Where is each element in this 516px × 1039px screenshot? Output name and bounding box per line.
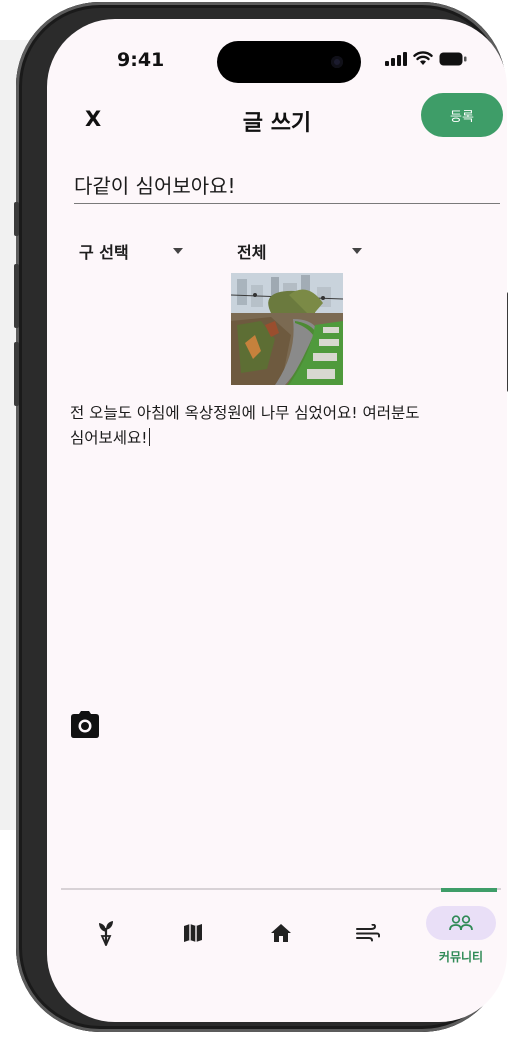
app-screen: 9:41 X 글 쓰기 등록 다같이 심어보아요! 구 선택 전체 전 오늘도 … (47, 19, 507, 1022)
camera-icon (71, 711, 99, 738)
nav-item-map[interactable] (158, 890, 228, 990)
nav-label-community: 커뮤니티 (438, 950, 484, 964)
active-tab-pill (426, 906, 496, 940)
active-tab-indicator (441, 888, 497, 892)
status-bar: 9:41 (47, 19, 507, 83)
district-dropdown[interactable]: 구 선택 (79, 239, 183, 263)
bottom-navigation: 커뮤니티 (61, 888, 501, 990)
wifi-icon (413, 51, 433, 65)
rooftop-garden-image (231, 273, 343, 385)
phone-frame: 9:41 X 글 쓰기 등록 다같이 심어보아요! 구 선택 전체 전 오늘도 … (14, 2, 508, 1032)
category-dropdown-label: 전체 (237, 243, 267, 262)
signal-icon (385, 51, 407, 66)
front-camera (331, 56, 343, 68)
submit-button[interactable]: 등록 (421, 93, 503, 137)
volume-up-button (14, 264, 19, 328)
dropdown-arrow-icon (172, 248, 183, 254)
category-dropdown[interactable]: 전체 (237, 239, 363, 263)
battery-icon (439, 52, 467, 65)
district-dropdown-label: 구 선택 (79, 243, 129, 262)
nav-item-air[interactable] (333, 890, 403, 990)
dropdown-arrow-icon (352, 248, 363, 254)
post-body-text: 전 오늘도 아침에 옥상정원에 나무 심었어요! 여러분도 심어보세요! (70, 404, 420, 447)
nav-item-home[interactable] (246, 890, 316, 990)
status-time: 9:41 (117, 49, 165, 71)
dynamic-island (217, 41, 361, 83)
home-icon (271, 924, 291, 942)
volume-down-button (14, 342, 19, 406)
sprout-icon (99, 921, 113, 946)
silent-switch (14, 202, 19, 236)
text-cursor (148, 428, 151, 446)
post-title-input[interactable]: 다같이 심어보아요! (74, 169, 500, 204)
post-body-textarea[interactable]: 전 오늘도 아침에 옥상정원에 나무 심었어요! 여러분도 심어보세요! (70, 401, 500, 451)
nav-item-community[interactable]: 커뮤니티 (421, 888, 501, 990)
wind-icon (356, 924, 380, 942)
community-icon (449, 915, 473, 931)
nav-item-sprout[interactable] (71, 890, 141, 990)
camera-button[interactable] (69, 709, 101, 739)
attached-photo[interactable] (231, 273, 343, 385)
status-icons (385, 51, 467, 66)
map-icon (184, 924, 202, 942)
